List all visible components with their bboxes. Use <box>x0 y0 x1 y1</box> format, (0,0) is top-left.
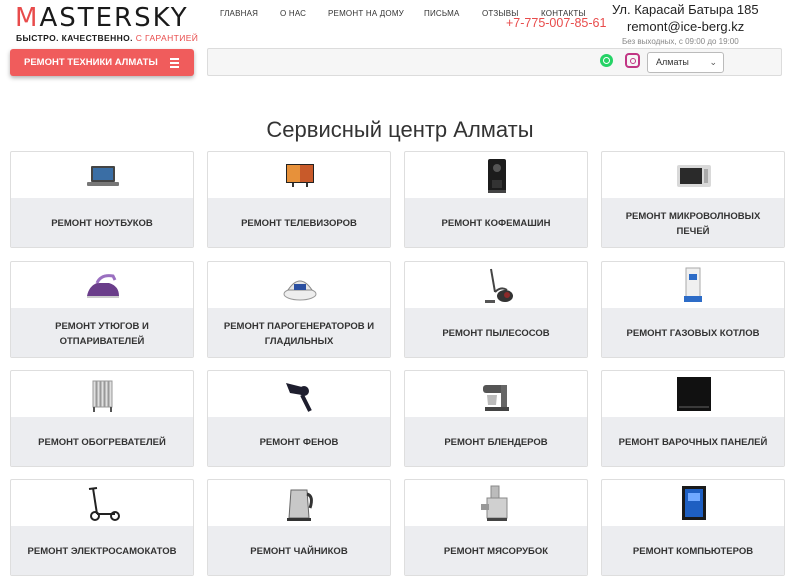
tv-icon <box>208 152 390 198</box>
service-card[interactable]: РЕМОНТ МИКРОВОЛНОВЫХ ПЕЧЕЙ <box>601 151 785 248</box>
service-card-label: РЕМОНТ БЛЕНДЕРОВ <box>405 417 587 466</box>
service-card[interactable]: РЕМОНТ БЛЕНДЕРОВ <box>404 370 588 467</box>
service-card[interactable]: РЕМОНТ НОУТБУКОВ <box>10 151 194 248</box>
service-card[interactable]: РЕМОНТ КОМПЬЮТЕРОВ <box>601 479 785 576</box>
email-link[interactable]: remont@ice-berg.kz <box>627 19 744 34</box>
service-card-label: РЕМОНТ УТЮГОВ И ОТПАРИВАТЕЛЕЙ <box>11 308 193 357</box>
service-card[interactable]: РЕМОНТ ФЕНОВ <box>207 370 391 467</box>
nav-home[interactable]: ГЛАВНАЯ <box>220 9 258 18</box>
hair-dryer-icon <box>208 371 390 417</box>
service-card[interactable]: РЕМОНТ МЯСОРУБОК <box>404 479 588 576</box>
service-card-label: РЕМОНТ МЯСОРУБОК <box>405 526 587 575</box>
steam-generator-icon <box>208 262 390 308</box>
service-card-label: РЕМОНТ ГАЗОВЫХ КОТЛОВ <box>602 308 784 357</box>
heater-icon <box>11 371 193 417</box>
microwave-icon <box>602 152 784 198</box>
laptop-icon <box>11 152 193 198</box>
address: Ул. Карасай Батыра 185 <box>612 2 759 17</box>
nav-home-repair[interactable]: РЕМОНТ НА ДОМУ <box>328 9 404 18</box>
meat-grinder-icon <box>405 480 587 526</box>
service-card-label: РЕМОНТ ПЫЛЕСОСОВ <box>405 308 587 357</box>
page-title: Сервисный центр Алматы <box>266 117 534 142</box>
catalog-menu-label: РЕМОНТ ТЕХНИКИ АЛМАТЫ <box>24 57 158 68</box>
blender-icon <box>405 371 587 417</box>
kettle-icon <box>208 480 390 526</box>
whatsapp-icon[interactable] <box>600 54 613 67</box>
service-card[interactable]: РЕМОНТ ЭЛЕКТРОСАМОКАТОВ <box>10 479 194 576</box>
service-card-label: РЕМОНТ ЭЛЕКТРОСАМОКАТОВ <box>11 526 193 575</box>
service-card[interactable]: РЕМОНТ КОФЕМАШИН <box>404 151 588 248</box>
phone-link[interactable]: +7-775-007-85-61 <box>506 16 606 30</box>
service-card-label: РЕМОНТ ПАРОГЕНЕРАТОРОВ И ГЛАДИЛЬНЫХ <box>208 308 390 357</box>
service-card[interactable]: РЕМОНТ ЧАЙНИКОВ <box>207 479 391 576</box>
service-card-label: РЕМОНТ ФЕНОВ <box>208 417 390 466</box>
nav-contacts[interactable]: КОНТАКТЫ <box>541 9 586 18</box>
city-select[interactable]: Алматы ⌄ <box>647 52 724 73</box>
instagram-icon[interactable] <box>625 53 640 68</box>
service-card-label: РЕМОНТ КОФЕМАШИН <box>405 198 587 247</box>
service-card[interactable]: РЕМОНТ ГАЗОВЫХ КОТЛОВ <box>601 261 785 358</box>
coffee-machine-icon <box>405 152 587 198</box>
service-card-label: РЕМОНТ КОМПЬЮТЕРОВ <box>602 526 784 575</box>
chevron-down-icon: ⌄ <box>709 57 717 67</box>
service-card-label: РЕМОНТ ТЕЛЕВИЗОРОВ <box>208 198 390 247</box>
gas-boiler-icon <box>602 262 784 308</box>
hamburger-icon <box>170 58 179 70</box>
scooter-icon <box>11 480 193 526</box>
logo-wordmark: MASTERSKY <box>15 3 189 33</box>
logo[interactable]: MASTERSKY БЫСТРО. КАЧЕСТВЕННО. С ГАРАНТИ… <box>15 4 198 46</box>
nav-letters[interactable]: ПИСЬМА <box>424 9 460 18</box>
catalog-menu-button[interactable]: РЕМОНТ ТЕХНИКИ АЛМАТЫ <box>10 49 194 76</box>
nav-about[interactable]: О НАС <box>280 9 306 18</box>
logo-slogan: БЫСТРО. КАЧЕСТВЕННО. С ГАРАНТИЕЙ <box>16 33 199 43</box>
service-card[interactable]: РЕМОНТ ПАРОГЕНЕРАТОРОВ И ГЛАДИЛЬНЫХ <box>207 261 391 358</box>
service-card-label: РЕМОНТ МИКРОВОЛНОВЫХ ПЕЧЕЙ <box>602 198 784 247</box>
service-card-label: РЕМОНТ ОБОГРЕВАТЕЛЕЙ <box>11 417 193 466</box>
computer-icon <box>602 480 784 526</box>
working-hours: Без выходных, с 09:00 до 19:00 <box>622 37 739 46</box>
service-card-label: РЕМОНТ ЧАЙНИКОВ <box>208 526 390 575</box>
service-card[interactable]: РЕМОНТ ТЕЛЕВИЗОРОВ <box>207 151 391 248</box>
service-card[interactable]: РЕМОНТ ОБОГРЕВАТЕЛЕЙ <box>10 370 194 467</box>
service-card[interactable]: РЕМОНТ ПЫЛЕСОСОВ <box>404 261 588 358</box>
cooktop-icon <box>602 371 784 417</box>
service-card[interactable]: РЕМОНТ УТЮГОВ И ОТПАРИВАТЕЛЕЙ <box>10 261 194 358</box>
service-card[interactable]: РЕМОНТ ВАРОЧНЫХ ПАНЕЛЕЙ <box>601 370 785 467</box>
service-card-label: РЕМОНТ НОУТБУКОВ <box>11 198 193 247</box>
nav-reviews[interactable]: ОТЗЫВЫ <box>482 9 519 18</box>
iron-icon <box>11 262 193 308</box>
city-select-value: Алматы <box>656 57 689 67</box>
vacuum-icon <box>405 262 587 308</box>
service-card-label: РЕМОНТ ВАРОЧНЫХ ПАНЕЛЕЙ <box>602 417 784 466</box>
